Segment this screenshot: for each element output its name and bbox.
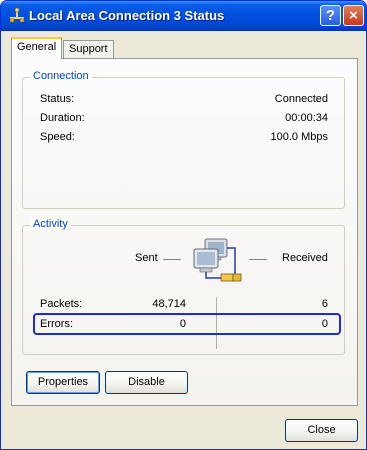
activity-group: Activity bbox=[22, 218, 345, 355]
tab-support[interactable]: Support bbox=[63, 40, 114, 58]
network-computers-icon bbox=[191, 236, 243, 288]
status-window: Local Area Connection 3 Status ? × Gener… bbox=[0, 0, 367, 450]
close-window-button[interactable]: × bbox=[343, 5, 364, 26]
window-title: Local Area Connection 3 Status bbox=[29, 8, 225, 23]
speed-label: Speed: bbox=[40, 131, 75, 143]
packets-received-value: 6 bbox=[321, 298, 328, 310]
activity-group-label: Activity bbox=[30, 218, 71, 230]
properties-button[interactable]: Properties bbox=[26, 371, 100, 394]
speed-value: 100.0 Mbps bbox=[270, 131, 328, 143]
duration-label: Duration: bbox=[40, 112, 85, 124]
duration-value: 00:00:34 bbox=[285, 112, 328, 124]
received-dash bbox=[249, 259, 267, 260]
errors-row-highlight bbox=[33, 313, 341, 335]
close-button[interactable]: Close bbox=[285, 419, 358, 442]
tab-general[interactable]: General bbox=[11, 37, 63, 59]
packets-label: Packets: bbox=[40, 298, 83, 310]
packets-sent-value: 48,714 bbox=[152, 298, 186, 310]
disable-button[interactable]: Disable bbox=[105, 371, 188, 394]
help-button[interactable]: ? bbox=[320, 5, 341, 26]
status-label: Status: bbox=[40, 93, 75, 105]
received-label: Received bbox=[282, 252, 328, 264]
connection-group-label: Connection bbox=[30, 70, 92, 82]
network-connection-icon bbox=[8, 7, 26, 25]
title-bar[interactable]: Local Area Connection 3 Status ? × bbox=[1, 1, 366, 31]
status-value: Connected bbox=[274, 93, 328, 105]
sent-dash bbox=[163, 259, 181, 260]
sent-label: Sent bbox=[135, 252, 158, 264]
